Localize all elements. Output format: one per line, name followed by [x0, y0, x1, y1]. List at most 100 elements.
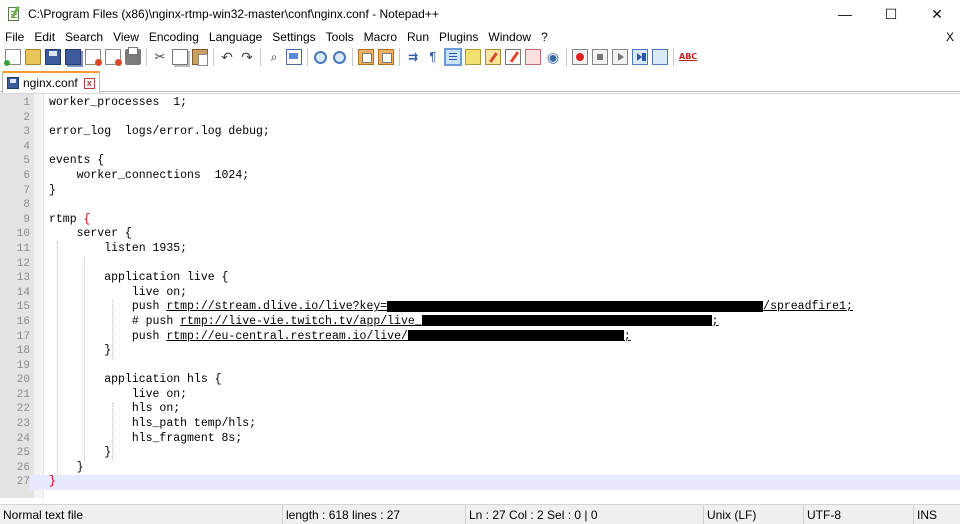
maximize-button[interactable]: ☐	[868, 0, 914, 28]
menu-plugins[interactable]: Plugins	[434, 28, 483, 46]
line-text: events {	[49, 154, 104, 169]
line-text: hls on;	[49, 402, 180, 417]
redacted-stream-key	[407, 329, 624, 341]
menu-encoding[interactable]: Encoding	[144, 28, 204, 46]
playback-icon[interactable]	[612, 49, 628, 65]
editor-line[interactable]: 20 application hls {	[0, 373, 960, 388]
new-file-icon[interactable]	[4, 49, 21, 66]
editor-line[interactable]: 22 hls on;	[0, 402, 960, 417]
editor-line[interactable]: 18 }	[0, 344, 960, 359]
editor-line[interactable]: 16 # push rtmp://live-vie.twitch.tv/app/…	[0, 315, 960, 330]
rtmp-url-link[interactable]: rtmp://eu-central.restream.io/live/;	[166, 330, 630, 343]
editor-line[interactable]: 27}	[0, 475, 960, 491]
editor-line[interactable]: 5 events {	[0, 154, 960, 169]
copy-icon[interactable]	[172, 49, 188, 65]
close-file-icon[interactable]	[85, 49, 102, 66]
indent-guide-icon[interactable]	[444, 48, 462, 66]
editor-line[interactable]: 1 worker_processes 1;	[0, 96, 960, 111]
replace-icon[interactable]	[286, 49, 302, 65]
indent-guide	[84, 256, 86, 461]
menu-view-label: View	[113, 30, 139, 44]
start-recording-icon[interactable]	[572, 49, 588, 65]
editor-line[interactable]: 10 server {	[0, 227, 960, 242]
zoom-in-icon[interactable]	[314, 50, 327, 64]
close-document-button[interactable]: X	[946, 28, 954, 46]
editor-line[interactable]: 24 hls_fragment 8s;	[0, 432, 960, 447]
zoom-out-icon[interactable]	[333, 50, 346, 64]
minimize-button[interactable]: —	[822, 0, 868, 28]
close-window-button[interactable]: ✕	[914, 0, 960, 28]
user-defined-language-icon[interactable]	[465, 49, 481, 65]
tab-close-icon[interactable]: x	[83, 77, 95, 89]
editor-line[interactable]: 9 rtmp {	[0, 213, 960, 228]
editor-line[interactable]: 4	[0, 140, 960, 155]
status-encoding[interactable]: UTF-8	[803, 505, 913, 524]
editor-line[interactable]: 6 worker_connections 1024;	[0, 169, 960, 184]
editor-line[interactable]: 3 error_log logs/error.log debug;	[0, 125, 960, 140]
menu-search[interactable]: Search	[60, 28, 108, 46]
editor-line[interactable]: 15 push rtmp://stream.dlive.io/live?key=…	[0, 300, 960, 315]
code-text: }	[49, 460, 84, 474]
text-editor[interactable]: 1 worker_processes 1; 2 3 error_log logs/err…	[0, 93, 960, 498]
editor-line[interactable]: 19	[0, 359, 960, 374]
folder-as-workspace-icon[interactable]	[525, 49, 541, 65]
menu-file[interactable]: File	[0, 28, 29, 46]
save-all-icon[interactable]	[65, 49, 81, 65]
menu-macro[interactable]: Macro	[359, 28, 402, 46]
menu-tools[interactable]: Tools	[321, 28, 359, 46]
print-icon[interactable]	[125, 47, 141, 65]
editor-line[interactable]: 2	[0, 111, 960, 126]
editor-line[interactable]: 21 live on;	[0, 388, 960, 403]
document-map-icon[interactable]	[485, 49, 501, 65]
menu-settings[interactable]: Settings	[267, 28, 320, 46]
window-title: C:\Program Files (x86)\nginx-rtmp-win32-…	[28, 7, 439, 21]
editor-line[interactable]: 23 hls_path temp/hls;	[0, 417, 960, 432]
find-icon[interactable]: ⌕	[266, 49, 282, 65]
editor-line[interactable]: 13 application live {	[0, 271, 960, 286]
cut-icon[interactable]: ✂	[152, 49, 168, 65]
sync-horizontal-scroll-icon[interactable]	[378, 49, 394, 65]
menu-help[interactable]: ?	[536, 28, 553, 46]
monitoring-icon[interactable]: ◉	[545, 49, 561, 65]
editor-line[interactable]: 8	[0, 198, 960, 213]
status-insert-mode[interactable]: INS	[913, 505, 960, 524]
menu-language[interactable]: Language	[204, 28, 267, 46]
editor-line[interactable]: 17 push rtmp://eu-central.restream.io/li…	[0, 330, 960, 345]
spell-check-icon[interactable]: ABC	[679, 49, 697, 65]
editor-line[interactable]: 26 }	[0, 461, 960, 476]
open-file-icon[interactable]	[25, 49, 41, 65]
editor-line[interactable]: 7}	[0, 184, 960, 199]
word-wrap-icon[interactable]: ⇉	[405, 49, 421, 65]
url-text: rtmp://eu-central.restream.io/live/	[166, 329, 408, 343]
editor-line[interactable]: 12	[0, 257, 960, 272]
sync-vertical-scroll-icon[interactable]	[358, 49, 374, 65]
run-macro-multiple-icon[interactable]	[632, 49, 648, 65]
tab-nginx-conf[interactable]: nginx.conf x	[2, 71, 100, 93]
save-icon[interactable]	[45, 49, 61, 65]
function-list-icon[interactable]	[505, 49, 521, 65]
show-all-characters-icon[interactable]: ¶	[425, 49, 441, 65]
paste-icon[interactable]	[192, 49, 208, 66]
save-macro-icon[interactable]	[652, 49, 668, 65]
menu-edit[interactable]: Edit	[29, 28, 60, 46]
menu-run-label: Run	[407, 30, 430, 44]
stop-recording-icon[interactable]	[592, 49, 608, 65]
editor-line[interactable]: 14 live on;	[0, 286, 960, 301]
code-text: hls_fragment 8s;	[49, 431, 243, 445]
redo-icon[interactable]: ↷	[239, 49, 255, 65]
toolbar: ✂ ↶ ↷ ⌕ ⇉ ¶ ◉ ABC	[0, 46, 960, 68]
close-all-icon[interactable]	[105, 49, 122, 66]
rtmp-url-link[interactable]: rtmp://live-vie.twitch.tv/app/live_;	[180, 315, 718, 328]
code-text: live on;	[49, 387, 188, 401]
editor-line[interactable]: 25 }	[0, 446, 960, 461]
line-text: listen 1935;	[49, 242, 187, 257]
rtmp-url-link[interactable]: rtmp://stream.dlive.io/live?key= /spreadf…	[166, 300, 853, 313]
indent-guide	[56, 242, 58, 476]
menu-view[interactable]: View	[108, 28, 144, 46]
menu-window[interactable]: Window	[483, 28, 536, 46]
editor-line[interactable]: 11 listen 1935;	[0, 242, 960, 257]
menu-run[interactable]: Run	[402, 28, 434, 46]
undo-icon[interactable]: ↶	[219, 49, 235, 65]
line-number: 13	[16, 272, 30, 285]
status-eol-format[interactable]: Unix (LF)	[703, 505, 803, 524]
